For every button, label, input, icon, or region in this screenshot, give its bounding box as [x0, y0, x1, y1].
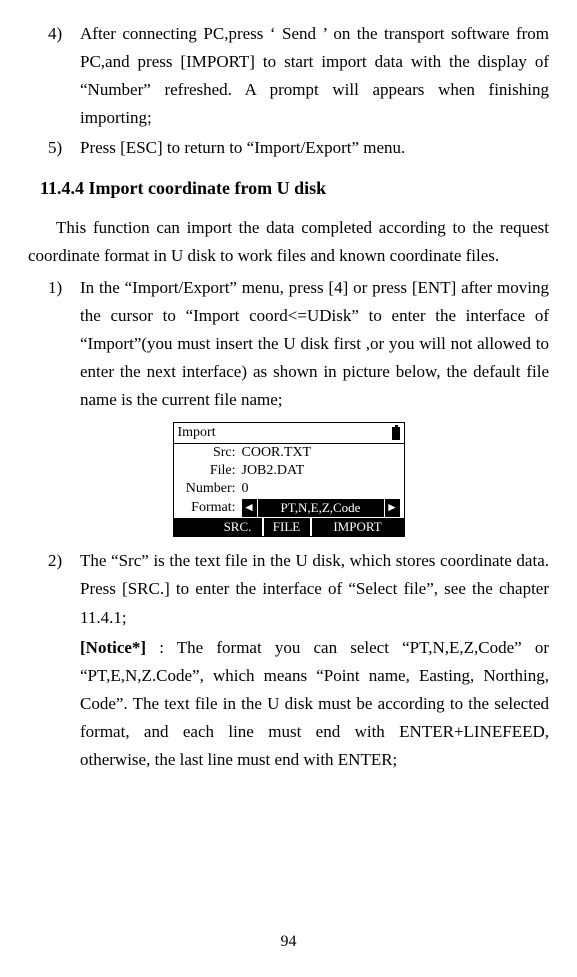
row-number: Number: 0 — [178, 480, 400, 498]
list-marker: 2) — [48, 547, 62, 575]
row-src: Src: COOR.TXT — [178, 444, 400, 462]
diagram-title-text: Import — [178, 424, 216, 442]
list-text: Press [ESC] to return to “Import/Export”… — [80, 138, 405, 157]
row-file: File: JOB2.DAT — [178, 462, 400, 480]
diagram-titlebar: Import — [174, 423, 404, 444]
arrow-right-icon: ► — [385, 499, 400, 517]
list-marker: 4) — [48, 20, 62, 48]
row-format: Format: ◄ PT,N,E,Z,Code ► — [178, 498, 400, 518]
arrow-left-icon: ◄ — [242, 499, 257, 517]
step-2: 2) The “Src” is the text file in the U d… — [28, 547, 549, 631]
intro-paragraph: This function can import the data comple… — [28, 214, 549, 270]
page-number: 94 — [0, 929, 577, 955]
value-format: PT,N,E,Z,Code — [258, 499, 384, 517]
softkey-gap — [174, 518, 214, 536]
label-format: Format: — [178, 499, 242, 517]
list-marker: 5) — [48, 134, 62, 162]
value-file: JOB2.DAT — [242, 462, 400, 480]
softkey-bar: SRC. FILE IMPORT — [174, 518, 404, 536]
diagram-body: Src: COOR.TXT File: JOB2.DAT Number: 0 F… — [174, 444, 404, 518]
notice-text: [Notice*] : The format you can select “P… — [80, 638, 549, 769]
label-file: File: — [178, 462, 242, 480]
label-src: Src: — [178, 444, 242, 462]
softkey-file: FILE — [264, 518, 312, 536]
ordered-item-4: 4) After connecting PC,press ‘ Send ’ on… — [28, 20, 549, 132]
value-src: COOR.TXT — [242, 444, 400, 462]
import-screen-diagram: Import Src: COOR.TXT File: JOB2.DAT Numb… — [173, 422, 405, 537]
list-text: After connecting PC,press ‘ Send ’ on th… — [80, 24, 549, 127]
step-text: In the “Import/Export” menu, press [4] o… — [80, 278, 549, 409]
intro-text: This function can import the data comple… — [28, 218, 549, 265]
list-marker: 1) — [48, 274, 62, 302]
section-heading: 11.4.4 Import coordinate from U disk — [28, 174, 549, 204]
step-1: 1) In the “Import/Export” menu, press [4… — [28, 274, 549, 414]
value-number: 0 — [242, 480, 400, 498]
ordered-item-5: 5) Press [ESC] to return to “Import/Expo… — [28, 134, 549, 162]
label-number: Number: — [178, 480, 242, 498]
battery-icon — [392, 427, 400, 440]
step-2-notice: [Notice*] : The format you can select “P… — [28, 634, 549, 774]
softkey-src: SRC. — [214, 518, 264, 536]
step-text: The “Src” is the text file in the U disk… — [80, 551, 549, 626]
document-body: 4) After connecting PC,press ‘ Send ’ on… — [28, 20, 549, 774]
softkey-import: IMPORT — [312, 518, 404, 536]
